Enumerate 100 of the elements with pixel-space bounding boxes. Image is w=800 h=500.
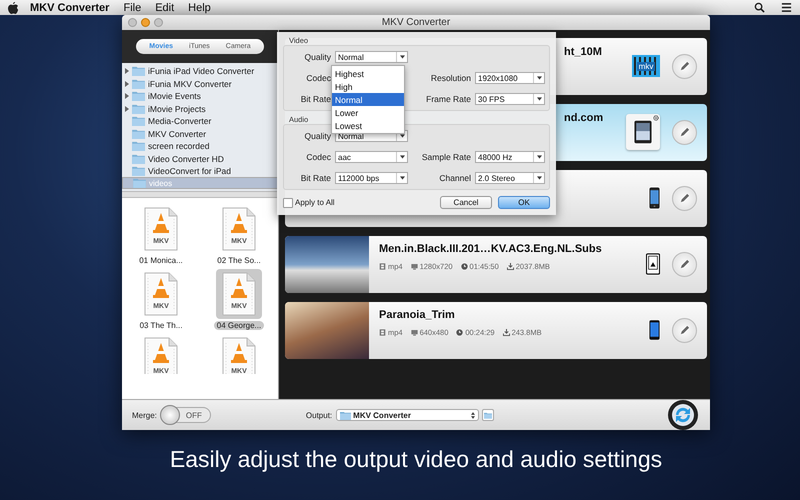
smartphone-icon[interactable]: [649, 319, 660, 342]
select-field[interactable]: 30 FPS: [475, 93, 545, 105]
field-label: Codec: [305, 73, 331, 83]
folder-icon: [132, 154, 145, 164]
ok-button[interactable]: OK: [498, 196, 550, 209]
file-name: 04 George...: [214, 320, 264, 330]
folder-icon: [133, 178, 146, 188]
caret-icon: [536, 97, 542, 101]
folder-item[interactable]: MKV Converter: [122, 127, 278, 140]
dropdown-option[interactable]: Normal: [332, 93, 404, 106]
folder-icon: [132, 66, 145, 76]
download-icon: [502, 328, 510, 336]
select-field[interactable]: Normal: [335, 51, 408, 63]
folder-icon: [132, 128, 145, 139]
select-field[interactable]: 112000 bps: [335, 172, 408, 184]
video-title: Men.in.Black.III.201…KV.AC3.Eng.NL.Subs: [379, 242, 603, 255]
folder-icon: [132, 91, 145, 102]
edit-button[interactable]: [672, 120, 697, 145]
folder-item[interactable]: VideoConvert for iPad: [122, 164, 278, 178]
caption-text: Easily adjust the output video and audio settings: [168, 446, 664, 473]
field-label: Resolution: [430, 73, 471, 83]
clock-icon: [460, 262, 468, 270]
pencil-icon: [679, 258, 690, 270]
e-reader-icon[interactable]: [646, 253, 660, 276]
caret-icon: [536, 155, 542, 159]
field-label: Bit Rate: [300, 94, 331, 104]
video-title: nd.com: [564, 112, 604, 124]
dropdown-option[interactable]: Lowest: [332, 119, 404, 132]
tablet-icon: [634, 120, 652, 144]
film-strip-icon[interactable]: mkv: [632, 55, 660, 78]
pencil-icon: [679, 126, 690, 138]
search-icon[interactable]: [754, 2, 765, 13]
folder-icon: [132, 116, 145, 126]
select-field[interactable]: aac: [335, 151, 408, 163]
file-name: 02 The So...: [216, 256, 262, 265]
field-label: Frame Rate: [425, 94, 471, 104]
list-icon[interactable]: [781, 2, 792, 13]
menu-item[interactable]: File: [123, 2, 142, 14]
device-button[interactable]: [626, 114, 660, 150]
monitor-icon: [410, 328, 418, 336]
folder-item[interactable]: iFunia iPad Video Converter: [122, 64, 278, 78]
select-field[interactable]: 1920x1080: [475, 72, 545, 84]
field-label: Sample Rate: [420, 152, 471, 162]
video-title: Paranoia_Trim: [379, 308, 456, 321]
pencil-icon: [679, 60, 690, 72]
menu-item[interactable]: Help: [188, 2, 211, 14]
apply-to-all-checkbox[interactable]: Apply to All: [283, 198, 335, 208]
edit-button[interactable]: [672, 252, 697, 277]
select-field[interactable]: 2.0 Stereo: [475, 172, 545, 184]
pencil-icon: [679, 324, 690, 336]
caret-icon: [400, 55, 404, 59]
dropdown-option[interactable]: High: [332, 80, 404, 93]
folder-icon: [340, 410, 352, 420]
dropdown-option[interactable]: Lower: [332, 106, 404, 119]
folder-icon: [484, 412, 492, 418]
clock-icon: [456, 328, 464, 336]
caret-icon: [400, 155, 404, 159]
folder-item[interactable]: iMovie Projects: [122, 102, 278, 115]
folder-icon: [132, 166, 145, 176]
field-label: Channel: [438, 173, 471, 183]
output-dropdown[interactable]: MKV Converter: [336, 409, 480, 421]
folder-item[interactable]: Media-Converter: [122, 114, 278, 128]
window-title: MKV Converter: [382, 16, 450, 28]
output-label: Output:: [306, 410, 332, 420]
file-name: 01 Monica...: [138, 256, 184, 265]
video-title: ht_10M: [564, 46, 603, 58]
cancel-button[interactable]: Cancel: [440, 196, 492, 209]
merge-label: Merge:: [132, 410, 157, 420]
folder-icon: [132, 104, 145, 114]
folder-item[interactable]: screen recorded: [122, 140, 278, 152]
folder-item[interactable]: iFunia MKV Converter: [122, 77, 278, 90]
monitor-icon: [410, 262, 418, 270]
folder-item[interactable]: iMovie Events: [122, 90, 278, 102]
download-icon: [506, 262, 514, 270]
merge-toggle[interactable]: OFF: [160, 407, 211, 423]
field-label: Bit Rate: [300, 173, 331, 183]
file-name: 03 The Th...: [138, 320, 184, 330]
caret-icon: [536, 176, 542, 180]
film-icon: [379, 328, 386, 336]
menu-item[interactable]: Edit: [155, 2, 174, 14]
up-down-arrows-icon: [471, 412, 476, 418]
field-label: Quality: [304, 52, 331, 62]
film-icon: [379, 262, 386, 270]
caret-icon: [400, 176, 404, 180]
edit-button[interactable]: [672, 318, 697, 343]
field-label: Quality: [304, 131, 331, 141]
sync-icon: [671, 403, 695, 427]
app-menu[interactable]: MKV Converter: [30, 2, 110, 14]
format-badge-label: mkv: [636, 62, 656, 71]
edit-button[interactable]: [672, 54, 697, 79]
folder-item[interactable]: Video Converter HD: [122, 152, 278, 165]
edit-button[interactable]: [672, 186, 697, 211]
minimize-button[interactable]: [141, 18, 150, 27]
gear-icon[interactable]: [653, 115, 659, 122]
caret-icon: [536, 76, 542, 80]
dropdown-option[interactable]: Highest: [332, 67, 404, 80]
smartphone-icon[interactable]: [649, 187, 660, 210]
apple-icon[interactable]: [8, 2, 18, 14]
select-field[interactable]: 48000 Hz: [475, 151, 545, 163]
convert-button[interactable]: [668, 400, 698, 430]
